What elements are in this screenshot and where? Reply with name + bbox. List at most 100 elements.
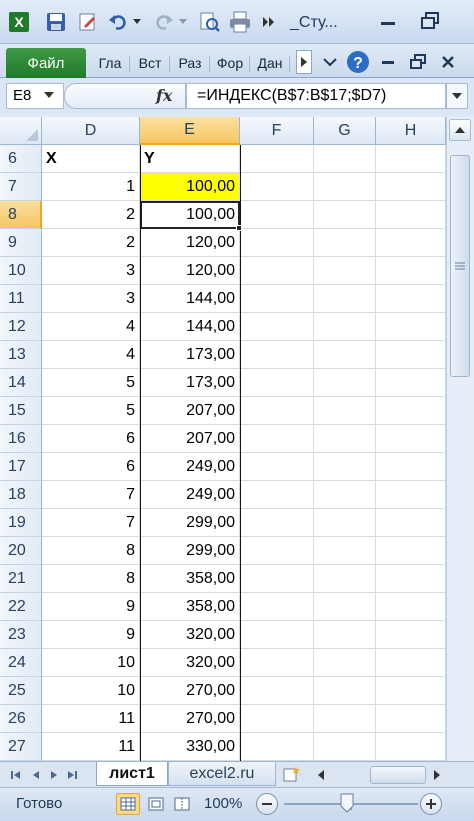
cell-d8[interactable]: 2 (42, 201, 140, 229)
cell-e17[interactable]: 249,00 (140, 453, 240, 481)
cell-d22[interactable]: 9 (42, 593, 140, 621)
row-header-23[interactable]: 23 (0, 621, 42, 649)
cell-h7[interactable] (376, 173, 446, 201)
cell-h8[interactable] (376, 201, 446, 229)
column-header-d[interactable]: D (42, 117, 140, 145)
cell-e12[interactable]: 144,00 (140, 313, 240, 341)
vertical-scrollbar[interactable] (446, 117, 474, 761)
cell-g17[interactable] (314, 453, 376, 481)
cell-g23[interactable] (314, 621, 376, 649)
cell-d18[interactable]: 7 (42, 481, 140, 509)
cell-g12[interactable] (314, 313, 376, 341)
scroll-left-icon[interactable] (312, 766, 330, 784)
cell-d11[interactable]: 3 (42, 285, 140, 313)
cell-d13[interactable]: 4 (42, 341, 140, 369)
zoom-in-icon[interactable] (420, 793, 442, 815)
redo-dropdown-icon[interactable] (176, 9, 190, 35)
row-header-9[interactable]: 9 (0, 229, 42, 257)
tabs-scroll-right-icon[interactable] (296, 50, 312, 74)
page-break-view-icon[interactable] (170, 793, 194, 815)
cell-e25[interactable]: 270,00 (140, 677, 240, 705)
row-header-10[interactable]: 10 (0, 257, 42, 285)
cell-f7[interactable] (240, 173, 314, 201)
normal-view-icon[interactable] (116, 793, 140, 815)
cell-d25[interactable]: 10 (42, 677, 140, 705)
row-header-19[interactable]: 19 (0, 509, 42, 537)
expand-formula-icon[interactable] (446, 83, 468, 109)
cell-g20[interactable] (314, 537, 376, 565)
cell-e13[interactable]: 173,00 (140, 341, 240, 369)
row-header-20[interactable]: 20 (0, 537, 42, 565)
cell-d16[interactable]: 6 (42, 425, 140, 453)
cell-d23[interactable]: 9 (42, 621, 140, 649)
cell-f17[interactable] (240, 453, 314, 481)
cell-f14[interactable] (240, 369, 314, 397)
cell-f6[interactable] (240, 145, 314, 173)
restore-icon[interactable] (412, 6, 448, 36)
row-header-22[interactable]: 22 (0, 593, 42, 621)
cell-g8[interactable] (314, 201, 376, 229)
cell-d17[interactable]: 6 (42, 453, 140, 481)
row-header-21[interactable]: 21 (0, 565, 42, 593)
horizontal-scrollbar[interactable] (312, 766, 442, 784)
cell-d26[interactable]: 11 (42, 705, 140, 733)
cell-g19[interactable] (314, 509, 376, 537)
cell-h23[interactable] (376, 621, 446, 649)
cell-f27[interactable] (240, 733, 314, 761)
column-header-f[interactable]: F (240, 117, 314, 145)
column-header-h[interactable]: H (376, 117, 446, 145)
save-icon[interactable] (44, 9, 68, 35)
cell-f22[interactable] (240, 593, 314, 621)
cell-e26[interactable]: 270,00 (140, 705, 240, 733)
cell-h13[interactable] (376, 341, 446, 369)
cell-h20[interactable] (376, 537, 446, 565)
cell-h11[interactable] (376, 285, 446, 313)
sheet-tab-excel2[interactable]: excel2.ru (168, 762, 276, 786)
cell-d12[interactable]: 4 (42, 313, 140, 341)
row-header-18[interactable]: 18 (0, 481, 42, 509)
cell-g6[interactable] (314, 145, 376, 173)
cell-f20[interactable] (240, 537, 314, 565)
cell-e14[interactable]: 173,00 (140, 369, 240, 397)
first-sheet-icon[interactable] (8, 766, 24, 784)
undo-dropdown-icon[interactable] (130, 9, 144, 35)
cell-f13[interactable] (240, 341, 314, 369)
cell-g24[interactable] (314, 649, 376, 677)
cell-f25[interactable] (240, 677, 314, 705)
cell-h26[interactable] (376, 705, 446, 733)
row-header-25[interactable]: 25 (0, 677, 42, 705)
row-header-27[interactable]: 27 (0, 733, 42, 761)
cell-h18[interactable] (376, 481, 446, 509)
cell-f18[interactable] (240, 481, 314, 509)
row-header-7[interactable]: 7 (0, 173, 42, 201)
cell-f23[interactable] (240, 621, 314, 649)
cell-g27[interactable] (314, 733, 376, 761)
cell-f9[interactable] (240, 229, 314, 257)
cell-e10[interactable]: 120,00 (140, 257, 240, 285)
cell-d19[interactable]: 7 (42, 509, 140, 537)
cell-e11[interactable]: 144,00 (140, 285, 240, 313)
zoom-slider-thumb[interactable] (340, 793, 354, 813)
cell-h10[interactable] (376, 257, 446, 285)
row-header-12[interactable]: 12 (0, 313, 42, 341)
cell-h21[interactable] (376, 565, 446, 593)
workbook-close-icon[interactable] (436, 50, 460, 74)
cell-h19[interactable] (376, 509, 446, 537)
print-icon[interactable] (226, 9, 254, 35)
more-icon[interactable] (260, 9, 278, 35)
cell-d7[interactable]: 1 (42, 173, 140, 201)
cell-d27[interactable]: 11 (42, 733, 140, 761)
cell-f21[interactable] (240, 565, 314, 593)
cell-g18[interactable] (314, 481, 376, 509)
cell-f15[interactable] (240, 397, 314, 425)
cell-f24[interactable] (240, 649, 314, 677)
cell-h14[interactable] (376, 369, 446, 397)
insert-sheet-icon[interactable] (278, 762, 306, 786)
page-layout-view-icon[interactable] (144, 793, 168, 815)
cell-h25[interactable] (376, 677, 446, 705)
cell-f26[interactable] (240, 705, 314, 733)
workbook-minimize-icon[interactable] (376, 50, 400, 74)
cell-g26[interactable] (314, 705, 376, 733)
help-icon[interactable]: ? (346, 50, 370, 74)
cell-h9[interactable] (376, 229, 446, 257)
